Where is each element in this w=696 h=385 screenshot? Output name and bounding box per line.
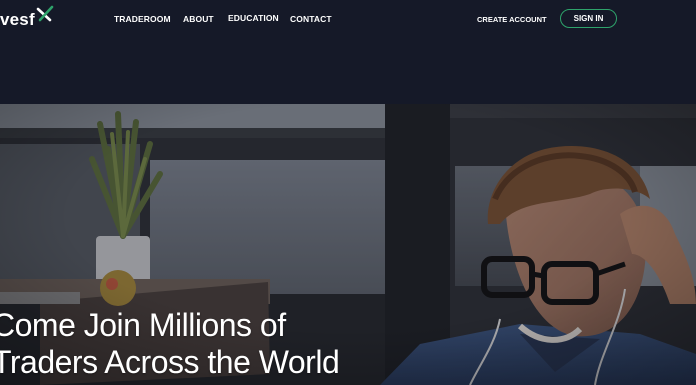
page: vesf TRADEROOM ABOUT EDUCATION CONTACT C… [0, 0, 696, 385]
brand-name: vesf [0, 10, 35, 29]
nav-link-about[interactable]: ABOUT [183, 14, 214, 24]
nav-link-traderoom[interactable]: TRADEROOM [114, 14, 171, 24]
create-account-link[interactable]: CREATE ACCOUNT [477, 15, 547, 24]
hero-section: Come Join Millions of Traders Across the… [0, 104, 696, 385]
nav-link-contact[interactable]: CONTACT [290, 14, 332, 24]
nav-link-education[interactable]: EDUCATION [228, 13, 279, 23]
x-mark-icon [36, 5, 54, 28]
hero-headline-line-1: Come Join Millions of [0, 307, 286, 343]
hero-headline-line-2: Traders Across the World [0, 344, 340, 380]
brand-logo[interactable]: vesf [0, 5, 54, 30]
hero-headline: Come Join Millions of Traders Across the… [0, 307, 340, 381]
sign-in-button[interactable]: SIGN IN [560, 9, 617, 28]
top-navigation: vesf TRADEROOM ABOUT EDUCATION CONTACT C… [0, 0, 696, 104]
